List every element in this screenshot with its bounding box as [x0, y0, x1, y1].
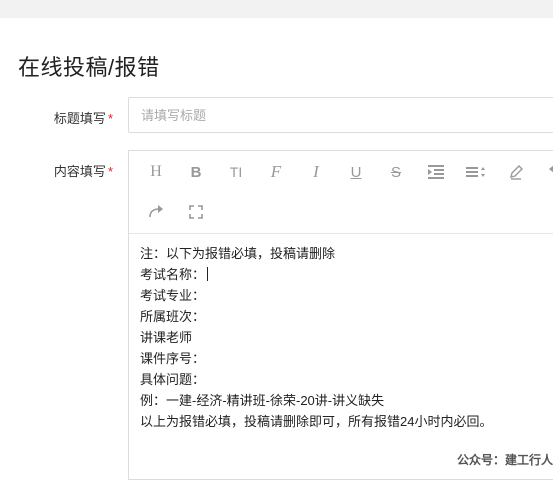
editor-toolbar: H B TI F I U S — [129, 151, 553, 234]
strikethrough-button[interactable]: S — [383, 159, 409, 185]
highlight-button[interactable] — [503, 159, 529, 185]
title-input[interactable] — [128, 97, 553, 133]
text-cursor — [207, 267, 209, 281]
fullscreen-icon — [189, 205, 203, 219]
watermark-text: 公众号：建工行人 — [456, 453, 553, 467]
title-field-label: 标题填写 * — [18, 108, 113, 127]
bold-button[interactable]: B — [183, 159, 209, 185]
redo-button[interactable] — [143, 199, 169, 225]
heading-icon: H — [150, 163, 162, 180]
font-family-icon: F — [270, 162, 282, 181]
content-line: 例：一建-经济-精讲班-徐荣-20讲-讲义缺失 — [140, 393, 385, 408]
required-mark: * — [107, 164, 113, 179]
strikethrough-icon: S — [390, 163, 401, 181]
content-line: 所属班次： — [140, 309, 206, 324]
line-height-icon — [466, 167, 485, 177]
bold-icon: B — [190, 163, 202, 181]
top-bar — [0, 0, 553, 18]
font-family-button[interactable]: F — [263, 159, 289, 185]
indent-button[interactable] — [423, 159, 449, 185]
page-title: 在线投稿/报错 — [18, 55, 160, 80]
font-size-icon: TI — [229, 164, 243, 180]
title-label-text: 标题填写 — [53, 111, 106, 126]
redo-icon — [149, 205, 163, 218]
heading-button[interactable]: H — [143, 159, 169, 185]
content-field-label: 内容填写 * — [18, 161, 113, 180]
underline-button[interactable]: U — [343, 159, 369, 185]
content-line: 具体问题： — [140, 372, 206, 387]
content-line: 以上为报错必填，投稿请删除即可，所有报错24小时内必回。 — [140, 414, 493, 429]
undo-button[interactable] — [543, 159, 553, 185]
content-line: 注：以下为报错必填，投稿请删除 — [140, 246, 336, 261]
line-height-button[interactable] — [463, 159, 489, 185]
fullscreen-button[interactable] — [183, 199, 209, 225]
rich-text-editor: H B TI F I U S 注：以下为报错必填，投稿请删除 考试名称： 考试专… — [128, 150, 553, 480]
pen-icon — [510, 165, 523, 180]
content-line-text: 考试名称： — [140, 267, 206, 282]
content-line: 考试专业： — [140, 288, 206, 303]
font-size-button[interactable]: TI — [223, 159, 249, 185]
content-label-text: 内容填写 — [53, 164, 106, 179]
underline-icon: U — [350, 163, 362, 181]
content-line: 考试名称： — [140, 264, 492, 285]
required-mark: * — [107, 111, 113, 126]
italic-icon: I — [313, 162, 319, 181]
editor-content[interactable]: 注：以下为报错必填，投稿请删除 考试名称： 考试专业： 所属班次： 讲课老师 课… — [140, 243, 492, 432]
italic-button[interactable]: I — [303, 159, 329, 185]
undo-icon — [549, 165, 553, 173]
content-line: 讲课老师 — [140, 330, 193, 345]
indent-icon — [428, 165, 444, 179]
content-line: 课件序号： — [140, 351, 206, 366]
